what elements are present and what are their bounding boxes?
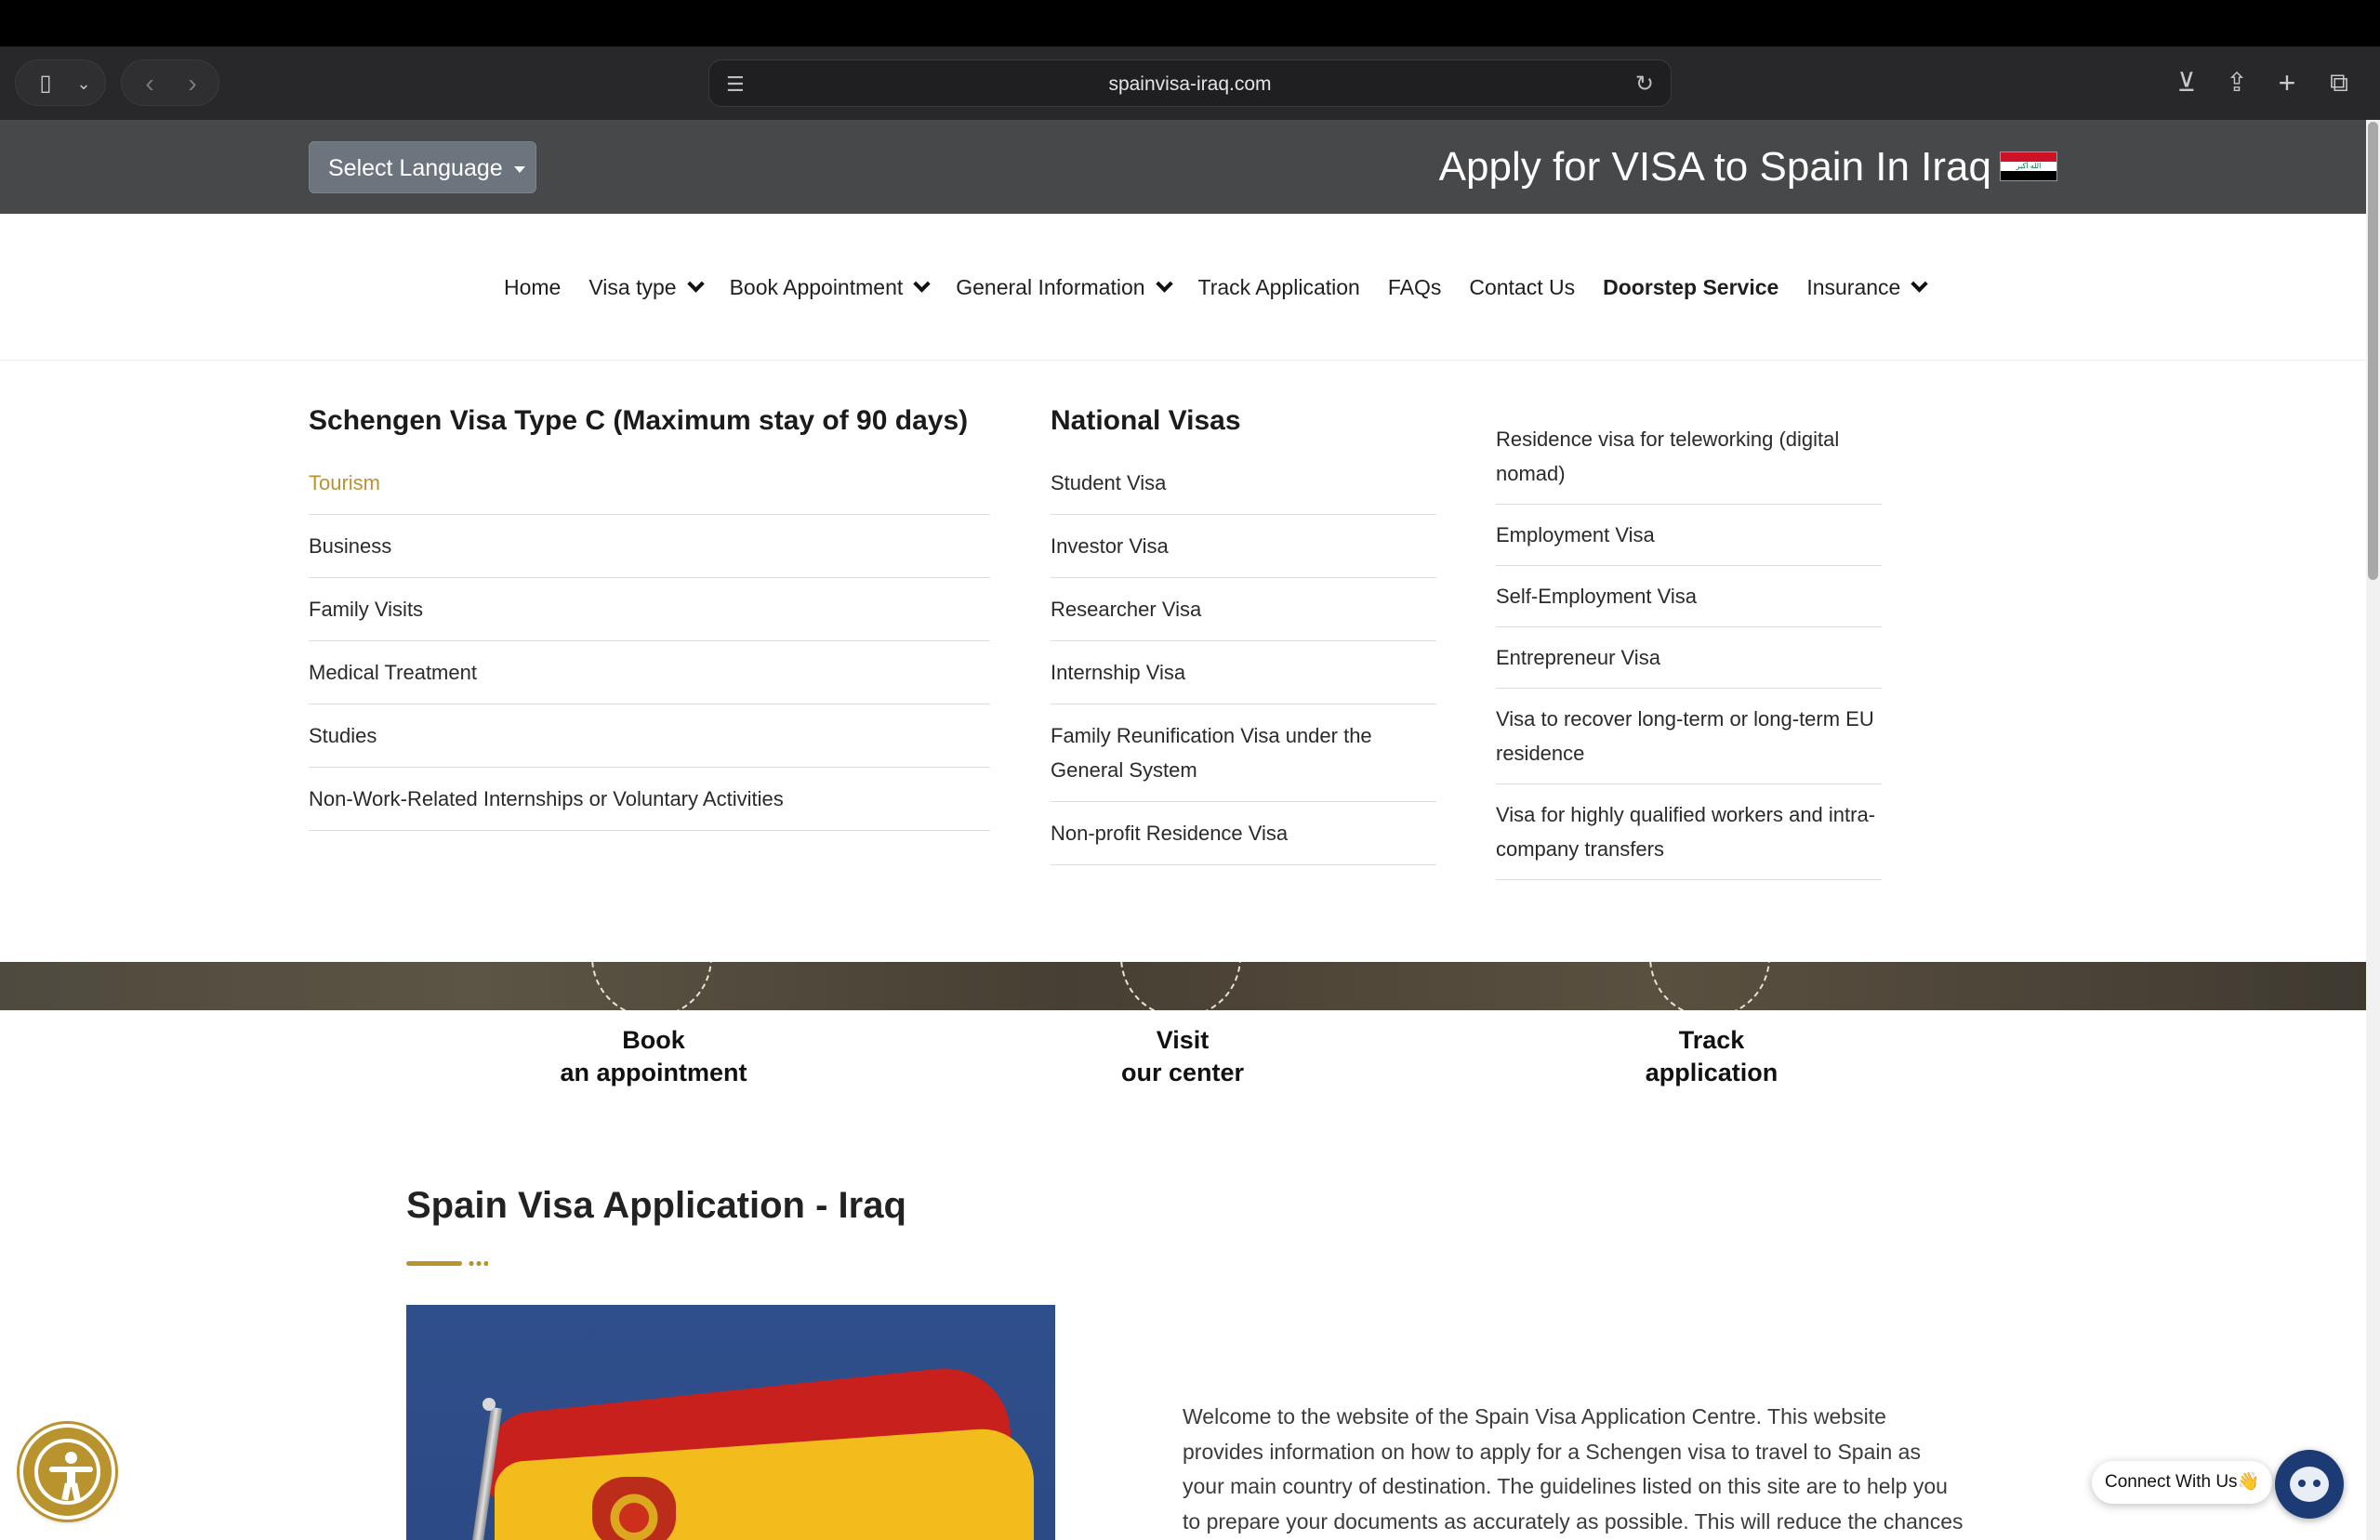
menu-link[interactable]: Non-Work-Related Internships or Voluntar… bbox=[309, 768, 990, 831]
sidebar-toggle-group[interactable]: ▯ ⌄ bbox=[15, 59, 106, 106]
menu-link[interactable]: Investor Visa bbox=[1051, 515, 1436, 578]
connect-with-us-bubble[interactable]: Connect With Us👋 bbox=[2092, 1461, 2273, 1504]
section-title: Spain Visa Application - Iraq bbox=[406, 1185, 906, 1226]
nav-item-track-application[interactable]: Track Application bbox=[1198, 275, 1360, 300]
title-underline-dots bbox=[468, 1261, 488, 1266]
share-icon[interactable]: ⇪ bbox=[2216, 59, 2257, 106]
menu-link[interactable]: Business bbox=[309, 515, 990, 578]
nav-item-label: Visa type bbox=[588, 274, 677, 299]
menu-link[interactable]: Self-Employment Visa bbox=[1496, 566, 1882, 627]
nav-item-book-appointment[interactable]: Book Appointment bbox=[729, 274, 931, 300]
nav-item-insurance[interactable]: Insurance bbox=[1806, 274, 1929, 300]
menu-link[interactable]: Tourism bbox=[309, 452, 990, 515]
menu-link[interactable]: Employment Visa bbox=[1496, 505, 1882, 566]
chevron-down-icon[interactable]: ⌄ bbox=[70, 60, 98, 107]
site-title: Apply for VISA to Spain In Iraq bbox=[1438, 144, 1991, 190]
menu-link[interactable]: Visa for highly qualified workers and in… bbox=[1496, 784, 1882, 880]
nav-item-general-information[interactable]: General Information bbox=[956, 274, 1173, 300]
nav-item-visa-type[interactable]: Visa type bbox=[588, 274, 705, 300]
chatbot-icon[interactable] bbox=[2275, 1450, 2344, 1519]
step-circle bbox=[1649, 962, 1770, 1010]
nav-items: Home Visa type Book Appointment General Inf… bbox=[504, 214, 1929, 361]
reload-icon[interactable]: ↻ bbox=[1635, 60, 1654, 108]
step-line1: Visit bbox=[1156, 1026, 1210, 1054]
menu-link[interactable]: Family Reunification Visa under the Gene… bbox=[1051, 704, 1436, 802]
step-circle bbox=[1120, 962, 1241, 1010]
sidebar-icon[interactable]: ▯ bbox=[27, 60, 64, 107]
nav-item-label: General Information bbox=[956, 274, 1145, 299]
download-icon[interactable]: ⊻ bbox=[2166, 59, 2207, 106]
page-scrollbar-thumb[interactable] bbox=[2368, 122, 2378, 580]
schengen-column: Schengen Visa Type C (Maximum stay of 90… bbox=[309, 405, 990, 831]
plus-icon[interactable]: + bbox=[2267, 59, 2307, 106]
step-track-application[interactable]: Track application bbox=[1572, 1024, 1851, 1089]
nav-item-home[interactable]: Home bbox=[504, 275, 561, 300]
menu-link[interactable]: Visa to recover long-term or long-term E… bbox=[1496, 689, 1882, 784]
nav-item-label: Book Appointment bbox=[729, 274, 904, 299]
step-line2: application bbox=[1645, 1059, 1778, 1086]
national-more-column: Residence visa for teleworking (digital … bbox=[1496, 409, 1882, 880]
screen-top-strip bbox=[0, 0, 2380, 46]
address-bar[interactable]: ☰ spainvisa-iraq.com ↻ bbox=[708, 59, 1672, 107]
menu-link[interactable]: Residence visa for teleworking (digital … bbox=[1496, 409, 1882, 505]
url-text: spainvisa-iraq.com bbox=[1108, 73, 1272, 95]
menu-link[interactable]: Family Visits bbox=[309, 578, 990, 641]
tabs-icon[interactable]: ⧉ bbox=[2319, 59, 2360, 106]
spain-flag-photo bbox=[406, 1305, 1055, 1540]
schengen-title: Schengen Visa Type C (Maximum stay of 90… bbox=[309, 405, 969, 436]
nav-item-faqs[interactable]: FAQs bbox=[1388, 275, 1442, 300]
national-more-list: Residence visa for teleworking (digital … bbox=[1496, 409, 1882, 880]
caret-down-icon bbox=[513, 165, 525, 173]
menu-link[interactable]: Medical Treatment bbox=[309, 641, 990, 704]
nav-item-label: Insurance bbox=[1806, 274, 1901, 299]
step-circle bbox=[591, 962, 712, 1010]
menu-link[interactable]: Researcher Visa bbox=[1051, 578, 1436, 641]
chevron-down-icon bbox=[1911, 274, 1929, 293]
step-line1: Track bbox=[1678, 1026, 1745, 1054]
browser-toolbar: ▯ ⌄ ‹ › ☰ spainvisa-iraq.com ↻ ⊻ ⇪ + ⧉ bbox=[0, 46, 2380, 120]
nav-item-label: Track Application bbox=[1197, 274, 1360, 299]
nav-item-contact-us[interactable]: Contact Us bbox=[1469, 275, 1575, 300]
visa-type-mega-menu: Schengen Visa Type C (Maximum stay of 90… bbox=[0, 361, 2366, 962]
nav-item-doorstep-service[interactable]: Doorstep Service bbox=[1603, 275, 1778, 300]
step-line1: Book bbox=[622, 1026, 685, 1054]
accessibility-icon[interactable] bbox=[20, 1424, 115, 1520]
intro-paragraph: Welcome to the website of the Spain Visa… bbox=[1183, 1404, 1964, 1533]
chevron-down-icon bbox=[913, 274, 931, 293]
nav-item-label: Contact Us bbox=[1469, 274, 1576, 299]
hero-image-strip bbox=[0, 962, 2366, 1010]
select-language-button[interactable]: Select Language bbox=[309, 141, 536, 193]
chevron-down-icon bbox=[1155, 274, 1173, 293]
menu-link[interactable]: Student Visa bbox=[1051, 452, 1436, 515]
menu-link[interactable]: Non-profit Residence Visa bbox=[1051, 802, 1436, 865]
step-visit-center[interactable]: Visit our center bbox=[1043, 1024, 1322, 1089]
select-language-label: Select Language bbox=[328, 155, 503, 181]
step-book-appointment[interactable]: Book an appointment bbox=[514, 1024, 793, 1089]
history-nav-group: ‹ › bbox=[121, 59, 219, 106]
menu-link[interactable]: Entrepreneur Visa bbox=[1496, 627, 1882, 689]
nav-item-label: Home bbox=[504, 274, 562, 299]
back-icon[interactable]: ‹ bbox=[131, 60, 168, 107]
chevron-down-icon bbox=[686, 274, 705, 293]
step-line2: an appointment bbox=[560, 1059, 747, 1086]
step-line2: our center bbox=[1120, 1059, 1245, 1086]
menu-link[interactable]: Internship Visa bbox=[1051, 641, 1436, 704]
forward-icon[interactable]: › bbox=[174, 60, 211, 107]
schengen-list: Tourism Business Family Visits Medical Trea… bbox=[309, 452, 990, 831]
nav-item-label: Doorstep Service bbox=[1603, 274, 1779, 299]
main-navigation: Home Visa type Book Appointment General Inf… bbox=[0, 214, 2366, 361]
iraq-flag-icon: الله أكبر bbox=[2000, 151, 2057, 181]
nav-item-label: FAQs bbox=[1387, 274, 1442, 299]
national-list: Student Visa Investor Visa Researcher Visa… bbox=[1051, 452, 1436, 865]
title-underline bbox=[406, 1261, 462, 1266]
national-title: National Visas bbox=[1051, 405, 1241, 436]
menu-link[interactable]: Studies bbox=[309, 704, 990, 768]
national-column: National Visas Student Visa Investor Visa… bbox=[1051, 405, 1436, 865]
